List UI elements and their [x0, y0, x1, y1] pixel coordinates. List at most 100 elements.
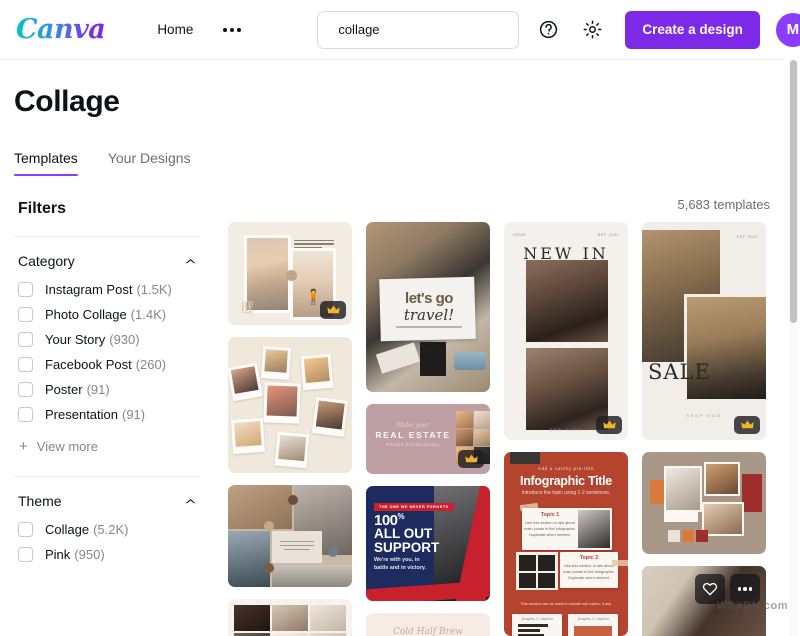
settings-button[interactable] [577, 15, 607, 45]
checkbox[interactable] [18, 357, 33, 372]
grid-column: let's go travel! Make your REAL ESTATE P… [366, 222, 490, 636]
card-meta-right: EST. 2020 [736, 235, 758, 239]
polaroid [263, 382, 301, 424]
filter-option-facebook-post[interactable]: Facebook Post (260) [14, 352, 200, 377]
card-text-lines [294, 240, 334, 251]
dot-icon [237, 27, 242, 32]
template-grid: ℓℓℓ 🧍 let's go travel! Make your REAL ES… [228, 222, 770, 636]
card-title: REAL ESTATE [375, 430, 451, 440]
card-topic-title: Topic 1 [540, 512, 560, 518]
card-title-line2: travel! [403, 306, 455, 324]
polaroid [311, 397, 349, 437]
card-text-line [280, 545, 314, 547]
view-more-label: View more [36, 439, 98, 454]
scrollbar-thumb[interactable] [790, 60, 797, 323]
template-card-new-in-jewelry[interactable]: ISSUE EST. 2020 NEW IN NEW FLOW [504, 222, 628, 440]
card-pretitle: Add a catchy pre-title [537, 466, 595, 471]
filter-option-count: (5.2K) [93, 522, 129, 537]
template-card-infographic-title[interactable]: Add a catchy pre-title Infographic Title… [504, 452, 628, 636]
tab-your-designs[interactable]: Your Designs [108, 150, 191, 176]
template-card-all-out-support[interactable]: THE ONE WE NEVER FORGETS 100% ALL OUT SU… [366, 486, 490, 601]
dot-icon [748, 587, 753, 591]
template-card-mood-board-collage[interactable] [228, 485, 352, 587]
checkbox[interactable] [18, 522, 33, 537]
help-button[interactable] [533, 15, 563, 45]
filter-option-count: (1.4K) [130, 307, 167, 322]
card-subtitle: Photos extraordinary [385, 442, 441, 447]
template-card-sale-fashion[interactable]: EST. 2020 SALE SHOP NOW [642, 222, 766, 440]
nav-more-menu[interactable] [215, 22, 249, 38]
vertical-scrollbar[interactable] [789, 60, 798, 636]
polaroid [300, 353, 334, 391]
template-card-real-estate-collage[interactable]: Make your REAL ESTATE Photos extraordina… [366, 404, 490, 474]
template-card-partial-bottom[interactable]: Cold Half Brew [366, 613, 490, 636]
card-text-panel [664, 510, 698, 522]
card-script-text: Make your [396, 422, 430, 429]
filter-option-label: Pink [45, 547, 71, 562]
create-a-design-button[interactable]: Create a design [625, 10, 760, 49]
filter-option-label: Instagram Post [45, 282, 133, 297]
polaroid [260, 346, 292, 380]
card-text-line [280, 541, 314, 543]
template-card-polaroid-photo-collage[interactable] [228, 337, 352, 473]
filter-option-your-story[interactable]: Your Story (930) [14, 327, 200, 352]
filter-section-category[interactable]: Category [14, 237, 200, 277]
checkbox[interactable] [18, 382, 33, 397]
checkbox[interactable] [18, 547, 33, 562]
checkbox[interactable] [18, 407, 33, 422]
filter-section-category-label: Category [18, 253, 75, 269]
card-meta-left: ISSUE [513, 233, 527, 237]
accent-dot [328, 547, 338, 557]
grid-column: EST. 2020 SALE SHOP NOW [642, 222, 766, 636]
template-card-lets-go-travel[interactable]: let's go travel! [366, 222, 490, 392]
pro-badge [320, 301, 346, 319]
pro-badge [596, 416, 622, 434]
card-photo [702, 502, 744, 536]
search-bar[interactable] [317, 10, 520, 49]
card-photo [272, 605, 308, 631]
view-more-button[interactable]: + View more [14, 427, 200, 458]
color-swatch [668, 530, 680, 542]
card-photo [664, 466, 702, 512]
search-input[interactable] [338, 22, 515, 37]
filter-option-collage[interactable]: Collage (5.2K) [14, 517, 200, 542]
filter-section-theme[interactable]: Theme [14, 477, 200, 517]
checkbox[interactable] [18, 307, 33, 322]
template-card-coffee-photo-grid[interactable] [228, 599, 352, 636]
card-subtopic-body: This section can be used to include sub … [520, 601, 612, 606]
card-photo [474, 429, 490, 446]
filter-option-count: (1.5K) [136, 282, 172, 297]
filter-option-pink[interactable]: Pink (950) [14, 542, 200, 567]
filter-option-count: (930) [109, 332, 140, 347]
card-photo [519, 573, 536, 588]
color-swatch [696, 530, 708, 542]
crown-icon [464, 454, 478, 463]
filter-option-poster[interactable]: Poster (91) [14, 377, 200, 402]
filter-option-presentation[interactable]: Presentation (91) [14, 402, 200, 427]
pro-badge [734, 416, 760, 434]
polaroid [228, 362, 263, 402]
filter-option-count: (91) [122, 407, 146, 422]
card-accent-shape [650, 480, 664, 504]
card-photo [456, 429, 473, 446]
canva-logo[interactable]: Canva [16, 14, 106, 45]
canva-template-browser: Canva Home collage Create a design M Col… [0, 0, 800, 636]
card-accent-shape [742, 474, 762, 512]
filter-option-instagram-post[interactable]: Instagram Post (1.5K) [14, 277, 200, 302]
color-swatch [682, 530, 694, 542]
filter-option-label: Poster [45, 382, 83, 397]
card-photo [272, 565, 352, 587]
card-subtitle: Introduce the topic using 1-2 sentences. [521, 490, 611, 496]
nav-home[interactable]: Home [149, 16, 201, 43]
tab-templates[interactable]: Templates [14, 150, 78, 176]
template-card-tan-mood-board[interactable] [642, 452, 766, 554]
avatar[interactable]: M [775, 12, 800, 47]
checkbox[interactable] [18, 282, 33, 297]
checkbox[interactable] [18, 332, 33, 347]
card-figures [574, 626, 612, 636]
card-photo [519, 555, 536, 571]
filter-option-photo-collage[interactable]: Photo Collage (1.4K) [14, 302, 200, 327]
polaroid [274, 431, 310, 469]
template-card-beach-sunset-collage[interactable]: ℓℓℓ 🧍 [228, 222, 352, 325]
card-topic-body: Use this section to talk about main poin… [524, 520, 576, 538]
